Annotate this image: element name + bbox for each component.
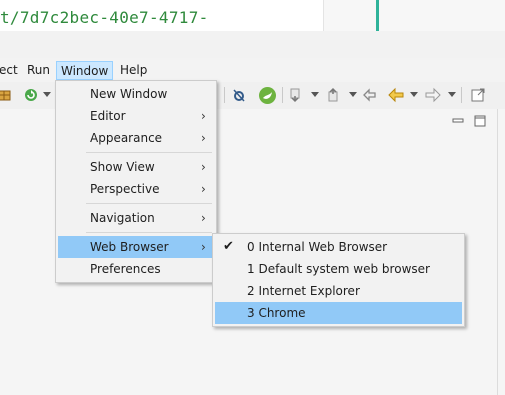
submenu-arrow-icon: ›: [201, 131, 206, 145]
prev-annotation-icon[interactable]: [326, 87, 342, 103]
open-perspective-icon[interactable]: [470, 87, 486, 103]
prev-annotation-dropdown-icon[interactable]: [349, 92, 357, 97]
menu-separator: [86, 232, 212, 233]
menu-item-appearance[interactable]: Appearance ›: [58, 127, 214, 149]
web-browser-submenu: ✔ 0 Internal Web Browser 1 Default syste…: [212, 233, 465, 327]
submenu-arrow-icon: ›: [201, 240, 206, 254]
link-icon[interactable]: [231, 87, 247, 103]
submenu-arrow-icon: ›: [201, 160, 206, 174]
menu-item-editor[interactable]: Editor ›: [58, 105, 214, 127]
menu-item-label: Perspective: [90, 182, 160, 196]
menu-item-label: Appearance: [90, 131, 163, 145]
view-border: [497, 109, 498, 395]
editor-background: t/7d7c2bec-40e7-4717-: [0, 0, 505, 31]
menu-item-preferences[interactable]: Preferences: [58, 258, 214, 280]
menu-item-label: Show View: [90, 160, 155, 174]
menu-item-label: New Window: [90, 87, 168, 101]
checkmark-icon: ✔: [223, 239, 234, 254]
menu-help[interactable]: Help: [116, 61, 151, 80]
forward-arrow-icon[interactable]: [425, 87, 441, 103]
menu-item-label: Web Browser: [90, 240, 169, 254]
menu-item-default-browser[interactable]: 1 Default system web browser: [215, 258, 462, 280]
submenu-arrow-icon: ›: [201, 109, 206, 123]
next-annotation-icon[interactable]: [288, 87, 304, 103]
menu-item-label: Preferences: [90, 262, 161, 276]
menu-separator: [86, 203, 212, 204]
editor-side-panel: [323, 0, 505, 31]
menu-item-chrome[interactable]: 3 Chrome: [215, 302, 462, 324]
package-icon[interactable]: [0, 87, 12, 103]
toolbar-separator: [461, 87, 462, 103]
back-arrow-icon[interactable]: [388, 87, 404, 103]
submenu-arrow-icon: ›: [201, 211, 206, 225]
forward-dropdown-icon[interactable]: [448, 92, 456, 97]
window-menu: New Window Editor › Appearance › Show Vi…: [55, 80, 217, 283]
editor-change-marker: [376, 0, 379, 31]
next-annotation-dropdown-icon[interactable]: [311, 92, 319, 97]
menu-item-web-browser[interactable]: Web Browser ›: [58, 236, 214, 258]
menu-window[interactable]: Window: [56, 61, 114, 80]
run-refresh-icon[interactable]: [23, 87, 39, 103]
menu-item-label: Navigation: [90, 211, 155, 225]
minimize-view-icon[interactable]: [452, 115, 464, 127]
submenu-arrow-icon: ›: [201, 182, 206, 196]
menu-item-internet-explorer[interactable]: 2 Internet Explorer: [215, 280, 462, 302]
menu-item-label: 2 Internet Explorer: [247, 284, 360, 298]
menu-item-label: Editor: [90, 109, 126, 123]
menu-item-label: 0 Internal Web Browser: [247, 240, 388, 254]
menu-item-internal-browser[interactable]: ✔ 0 Internal Web Browser: [215, 236, 462, 258]
menu-separator: [86, 152, 212, 153]
menu-item-perspective[interactable]: Perspective ›: [58, 178, 214, 200]
toolbar-separator: [282, 87, 283, 103]
toolbar-separator: [224, 87, 225, 103]
back-dropdown-icon[interactable]: [410, 92, 418, 97]
menu-item-new-window[interactable]: New Window: [58, 83, 214, 105]
editor-code-text: t/7d7c2bec-40e7-4717-: [0, 8, 209, 27]
menu-item-navigation[interactable]: Navigation ›: [58, 207, 214, 229]
last-edit-location-icon[interactable]: [362, 87, 378, 103]
menu-item-label: 1 Default system web browser: [247, 262, 430, 276]
run-dropdown-icon[interactable]: [43, 92, 51, 97]
menu-item-label: 3 Chrome: [247, 306, 306, 320]
maximize-view-icon[interactable]: [474, 115, 486, 127]
menu-project[interactable]: ect: [0, 61, 22, 80]
spring-icon[interactable]: [258, 86, 277, 105]
menu-item-show-view[interactable]: Show View ›: [58, 156, 214, 178]
menubar: ect Run Window Help: [0, 58, 505, 82]
menu-run[interactable]: Run: [23, 61, 54, 80]
